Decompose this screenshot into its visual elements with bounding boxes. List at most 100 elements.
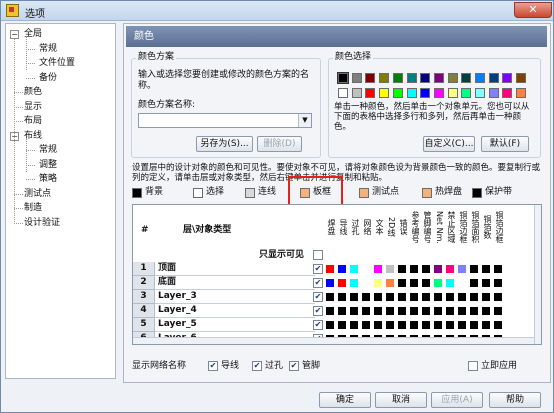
palette-swatch[interactable] xyxy=(379,73,390,83)
ok-button[interactable]: 确定 xyxy=(319,392,371,408)
palette-swatch[interactable] xyxy=(516,73,527,83)
color-cell[interactable] xyxy=(410,265,418,273)
table-vertical-scrollbar[interactable] xyxy=(534,205,541,344)
color-cell[interactable] xyxy=(362,293,370,301)
color-cell[interactable] xyxy=(374,265,382,273)
color-cell[interactable] xyxy=(386,321,394,329)
color-cell[interactable] xyxy=(458,307,466,315)
legend-swatch[interactable] xyxy=(193,188,203,198)
scheme-name-combo[interactable]: ▼ xyxy=(138,113,312,128)
row-number[interactable]: 5 xyxy=(133,318,155,332)
color-cell[interactable] xyxy=(458,293,466,301)
column-header[interactable]: 铜箔数 xyxy=(482,207,492,247)
apply-now-checkbox[interactable] xyxy=(468,361,478,371)
color-cell[interactable] xyxy=(350,293,358,301)
row-number[interactable]: 4 xyxy=(133,304,155,318)
tree-item[interactable]: 测试点 xyxy=(24,188,51,200)
apply-button[interactable]: 应用(A) xyxy=(431,392,483,408)
palette-swatch[interactable] xyxy=(447,73,458,83)
color-cell[interactable] xyxy=(386,265,394,273)
column-header[interactable]: 管脚编号 xyxy=(422,207,432,247)
palette-swatch[interactable] xyxy=(488,73,499,83)
column-header[interactable]: 铜箔面积 xyxy=(470,207,480,247)
tree-item[interactable]: 常规 xyxy=(39,144,57,156)
palette-swatch[interactable] xyxy=(406,88,417,98)
color-cell[interactable] xyxy=(494,293,502,301)
delete-button[interactable]: 删除(D) xyxy=(257,136,302,152)
tree-item[interactable]: 备份 xyxy=(39,72,57,84)
color-cell[interactable] xyxy=(494,279,502,287)
color-cell[interactable] xyxy=(338,265,346,273)
palette-swatch[interactable] xyxy=(488,88,499,98)
palette-swatch[interactable] xyxy=(392,88,403,98)
tree-item[interactable]: 调整 xyxy=(39,159,57,171)
row-number[interactable]: 3 xyxy=(133,290,155,304)
color-cell[interactable] xyxy=(422,293,430,301)
color-cell[interactable] xyxy=(410,279,418,287)
palette-swatch[interactable] xyxy=(433,88,444,98)
layer-visible-checkbox[interactable]: ✔ xyxy=(313,264,323,274)
column-header[interactable]: 禁止区域 xyxy=(446,207,456,247)
color-cell[interactable] xyxy=(326,321,334,329)
color-cell[interactable] xyxy=(410,307,418,315)
color-cell[interactable] xyxy=(458,279,466,287)
color-cell[interactable] xyxy=(470,307,478,315)
column-header[interactable]: 网络 xyxy=(362,207,372,247)
tree-item[interactable]: 设计验证 xyxy=(24,217,60,229)
color-cell[interactable] xyxy=(470,293,478,301)
tree-item[interactable]: 颜色 xyxy=(24,86,42,98)
color-cell[interactable] xyxy=(446,279,454,287)
color-cell[interactable] xyxy=(494,265,502,273)
palette-swatch[interactable] xyxy=(433,73,444,83)
layer-name[interactable]: 底面 xyxy=(155,276,315,290)
color-cell[interactable] xyxy=(482,321,490,329)
color-cell[interactable] xyxy=(422,279,430,287)
color-cell[interactable] xyxy=(338,293,346,301)
palette-swatch[interactable] xyxy=(351,73,362,83)
column-header[interactable]: 2D线 xyxy=(386,207,396,247)
column-header[interactable]: 铜箔边框 xyxy=(458,207,468,247)
layer-visible-checkbox[interactable]: ✔ xyxy=(313,292,323,302)
palette-swatch[interactable] xyxy=(365,88,376,98)
color-cell[interactable] xyxy=(482,279,490,287)
legend-swatch[interactable] xyxy=(359,188,369,198)
palette-swatch[interactable] xyxy=(420,88,431,98)
color-cell[interactable] xyxy=(374,293,382,301)
color-cell[interactable] xyxy=(398,321,406,329)
color-cell[interactable] xyxy=(362,307,370,315)
color-cell[interactable] xyxy=(446,265,454,273)
color-cell[interactable] xyxy=(326,307,334,315)
palette-swatch[interactable] xyxy=(475,73,485,83)
tree-item[interactable]: 策略 xyxy=(39,173,57,185)
color-cell[interactable] xyxy=(482,307,490,315)
chevron-down-icon[interactable]: ▼ xyxy=(298,114,311,127)
color-cell[interactable] xyxy=(326,279,334,287)
palette-swatch[interactable] xyxy=(365,73,376,83)
tree-item[interactable]: 文件位置 xyxy=(39,57,75,69)
color-cell[interactable] xyxy=(446,321,454,329)
custom-color-button[interactable]: 自定义(C)... xyxy=(423,136,475,152)
column-header[interactable]: Net Nm. xyxy=(434,207,444,247)
palette-swatch[interactable] xyxy=(420,73,431,83)
color-cell[interactable] xyxy=(326,293,334,301)
color-cell[interactable] xyxy=(470,279,478,287)
color-cell[interactable] xyxy=(422,307,430,315)
layer-visible-checkbox[interactable]: ✔ xyxy=(313,320,323,330)
color-table[interactable]: # 层\对象类型 只显示可见 焊盘 导线 过孔 网络 文本 2D线 错误 参考编号 管脚编号 Ne… xyxy=(132,204,542,345)
row-number[interactable]: 1 xyxy=(133,262,155,276)
color-cell[interactable] xyxy=(434,321,442,329)
color-cell[interactable] xyxy=(362,321,370,329)
help-button[interactable]: 帮助 xyxy=(489,392,541,408)
color-cell[interactable] xyxy=(374,307,382,315)
layer-name[interactable]: Layer_4 xyxy=(155,304,315,318)
palette-swatch[interactable] xyxy=(502,73,513,83)
default-color-button[interactable]: 默认(F) xyxy=(481,136,529,152)
tree-item[interactable]: 布局 xyxy=(24,115,42,127)
palette-swatch[interactable] xyxy=(406,73,417,83)
legend-swatch[interactable] xyxy=(472,188,482,198)
palette-swatch[interactable] xyxy=(516,88,527,98)
tree-item[interactable]: 制造 xyxy=(24,202,42,214)
column-header[interactable]: 文本 xyxy=(374,207,384,247)
color-cell[interactable] xyxy=(338,307,346,315)
color-cell[interactable] xyxy=(458,321,466,329)
